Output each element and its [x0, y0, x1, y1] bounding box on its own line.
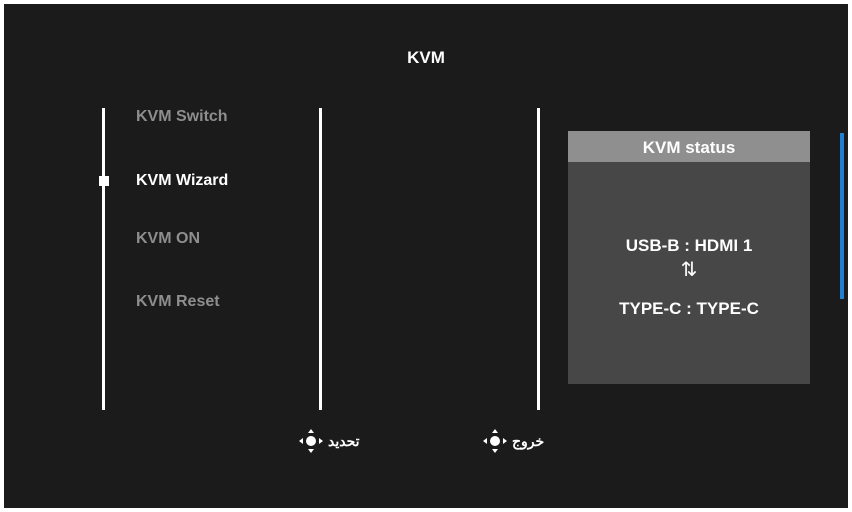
menu-item-kvm-switch[interactable]: KVM Switch — [136, 108, 228, 126]
status-line-usb-b: USB-B : HDMI 1 — [625, 236, 753, 255]
swap-arrows-icon: ⇅ — [680, 259, 698, 281]
kvm-status-panel: KVM status USB-B : HDMI 1 ⇅ TYPE-C : TYP… — [568, 131, 810, 384]
kvm-status-header: KVM status — [568, 131, 810, 162]
hint-select: تحديد — [298, 428, 360, 454]
hint-select-label: تحديد — [328, 432, 360, 449]
hint-exit-label: خروج — [512, 432, 545, 449]
column-divider-middle — [319, 108, 322, 410]
selection-marker — [99, 176, 109, 186]
column-divider-right — [537, 108, 540, 410]
menu-title: KVM — [407, 48, 445, 67]
menu-item-kvm-on[interactable]: KVM ON — [136, 230, 200, 248]
osd-window: KVM KVM Switch KVM Wizard KVM ON KVM Res… — [4, 4, 848, 508]
scroll-indicator — [840, 133, 844, 299]
menu-item-kvm-wizard[interactable]: KVM Wizard — [136, 172, 228, 190]
status-line-type-c: TYPE-C : TYPE-C — [619, 299, 759, 318]
joystick-icon — [298, 428, 324, 454]
column-divider-left — [102, 108, 105, 410]
hint-exit: خروج — [482, 428, 544, 454]
menu-item-kvm-reset[interactable]: KVM Reset — [136, 293, 220, 311]
joystick-icon — [482, 428, 508, 454]
